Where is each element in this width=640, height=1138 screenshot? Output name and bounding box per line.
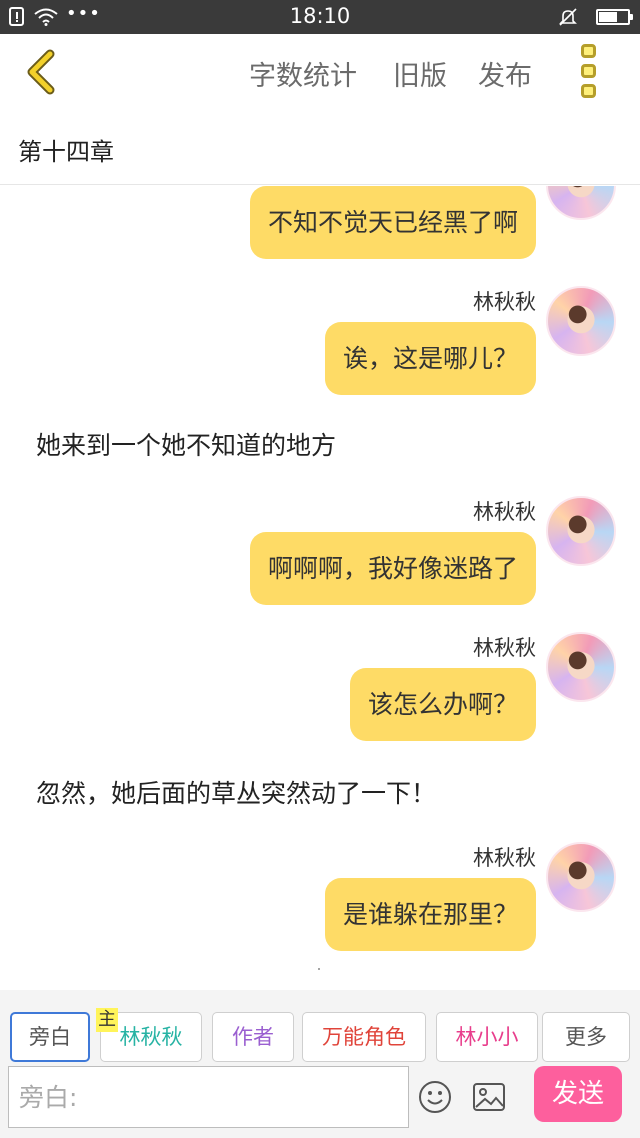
avatar[interactable] xyxy=(546,496,616,566)
role-lin-xiaoxiao[interactable]: 林小小 xyxy=(436,1012,538,1062)
role-universal[interactable]: 万能角色 xyxy=(302,1012,426,1062)
chevron-left-icon[interactable] xyxy=(22,48,62,96)
dialogue-bubble[interactable]: 该怎么办啊？ xyxy=(349,668,536,741)
sender-name: 林秋秋 xyxy=(473,290,536,314)
dialogue-bubble[interactable]: 不知不觉天已经黑了啊 xyxy=(249,186,536,259)
chapter-header: 第十四章 xyxy=(0,110,640,185)
kebab-dot xyxy=(581,44,596,58)
word-count-button[interactable]: 字数统计 xyxy=(249,54,357,93)
avatar[interactable] xyxy=(546,186,616,220)
status-bar: ••• 18:10 xyxy=(0,0,640,34)
message-input[interactable] xyxy=(8,1066,409,1128)
dialogue-bubble[interactable]: 诶，这是哪儿？ xyxy=(324,322,536,395)
smiley-icon[interactable] xyxy=(418,1080,452,1114)
avatar[interactable] xyxy=(546,632,616,702)
old-version-button[interactable]: 旧版 xyxy=(393,54,447,93)
status-right-icons xyxy=(558,6,633,28)
battery-level xyxy=(599,12,617,22)
input-row: 发送 xyxy=(0,1066,640,1128)
role-more[interactable]: 更多 xyxy=(542,1012,630,1062)
image-icon[interactable] xyxy=(472,1082,506,1112)
composer-panel: 旁白 林秋秋 作者 万能角色 林小小 更多 主 发送 xyxy=(0,990,640,1138)
role-narrator[interactable]: 旁白 xyxy=(10,1012,90,1062)
kebab-dot xyxy=(581,84,596,98)
sender-name: 林秋秋 xyxy=(473,846,536,870)
kebab-dot xyxy=(581,64,596,78)
sender-name: 林秋秋 xyxy=(473,500,536,524)
scroll-indicator xyxy=(318,968,320,970)
sender-name: 林秋秋 xyxy=(473,636,536,660)
narration-text[interactable]: 她来到一个她不知道的地方 xyxy=(36,426,336,462)
avatar[interactable] xyxy=(546,286,616,356)
main-role-badge: 主 xyxy=(96,1008,118,1032)
battery-icon xyxy=(596,9,633,25)
kebab-menu-icon[interactable] xyxy=(578,44,600,98)
chapter-title[interactable]: 第十四章 xyxy=(18,132,114,167)
mute-bell-icon xyxy=(559,8,577,26)
top-navigation: 字数统计 旧版 发布 xyxy=(0,34,640,110)
role-author[interactable]: 作者 xyxy=(212,1012,294,1062)
chat-area[interactable]: 不知不觉天已经黑了啊 林秋秋 诶，这是哪儿？ 她来到一个她不知道的地方 林秋秋 … xyxy=(0,186,640,990)
publish-button[interactable]: 发布 xyxy=(478,54,532,93)
send-button[interactable]: 发送 xyxy=(534,1066,622,1122)
avatar[interactable] xyxy=(546,842,616,912)
dialogue-bubble[interactable]: 啊啊啊，我好像迷路了 xyxy=(249,532,536,605)
dialogue-bubble[interactable]: 是谁躲在那里？ xyxy=(324,878,536,951)
status-time: 18:10 xyxy=(289,4,351,28)
narration-text[interactable]: 忽然，她后面的草丛突然动了一下！ xyxy=(36,774,436,810)
